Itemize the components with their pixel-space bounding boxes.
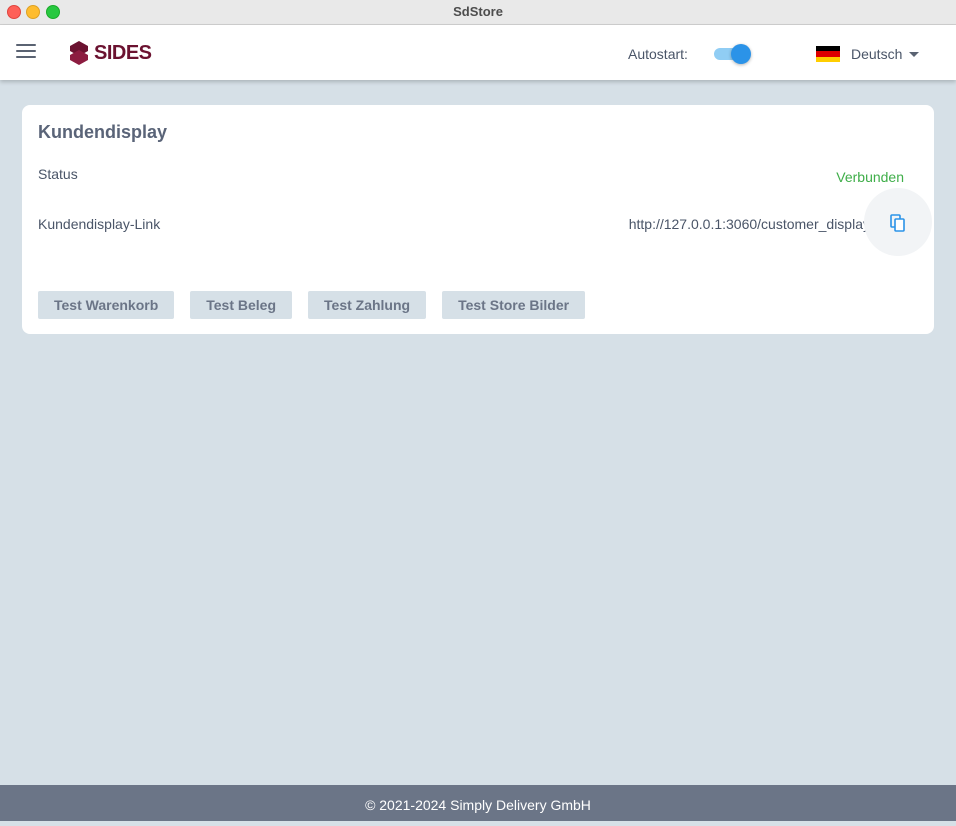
window-titlebar: SdStore — [0, 0, 956, 25]
test-receipt-button[interactable]: Test Beleg — [190, 291, 293, 319]
footer-copyright: © 2021-2024 Simply Delivery GmbH — [365, 797, 591, 813]
sides-logo-icon — [70, 41, 88, 65]
link-label: Kundendisplay-Link — [38, 216, 161, 232]
window-title: SdStore — [453, 4, 503, 19]
link-value: http://127.0.0.1:3060/customer_display — [628, 216, 870, 232]
autostart-label: Autostart: — [628, 46, 688, 62]
customer-display-card: Kundendisplay Status Verbunden Kundendis… — [22, 105, 934, 334]
germany-flag-icon — [816, 46, 840, 62]
sides-logo: SIDES — [68, 41, 152, 65]
hamburger-menu-icon[interactable] — [16, 44, 36, 60]
status-value: Verbunden — [836, 169, 904, 185]
test-payment-button[interactable]: Test Zahlung — [308, 291, 427, 319]
test-button-row: Test Warenkorb Test Beleg Test Zahlung T… — [38, 291, 586, 319]
logo-text: SIDES — [94, 41, 152, 64]
autostart-toggle[interactable] — [714, 44, 752, 64]
language-selector[interactable]: Deutsch — [816, 44, 920, 64]
language-label: Deutsch — [851, 46, 903, 62]
copy-icon — [890, 214, 905, 232]
app-header: SIDES Autostart: Deutsch — [0, 25, 956, 80]
status-label: Status — [38, 166, 78, 182]
test-cart-button[interactable]: Test Warenkorb — [38, 291, 175, 319]
caret-down-icon — [909, 51, 920, 57]
test-store-images-button[interactable]: Test Store Bilder — [442, 291, 586, 319]
copy-link-button[interactable] — [864, 188, 932, 256]
footer: © 2021-2024 Simply Delivery GmbH — [0, 785, 956, 821]
card-title: Kundendisplay — [38, 122, 168, 142]
